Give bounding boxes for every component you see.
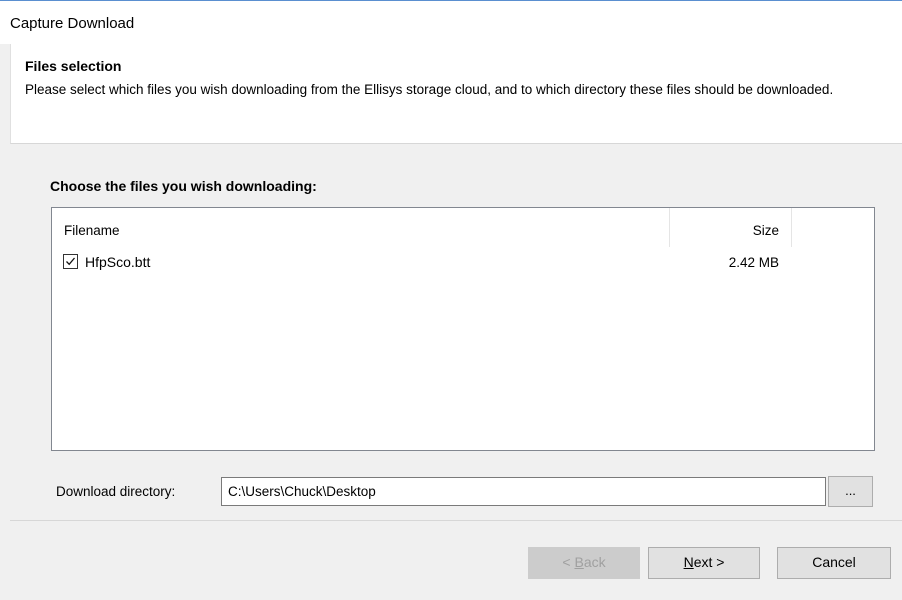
next-button-mnemonic: N [683, 554, 694, 570]
list-item[interactable]: HfpSco.btt 2.42 MB [52, 250, 874, 278]
download-directory-label: Download directory: [56, 484, 176, 499]
wizard-content: Choose the files you wish downloading: F… [10, 144, 902, 520]
next-button[interactable]: Next > [648, 547, 760, 579]
column-header-size[interactable]: Size [670, 223, 779, 238]
back-button-mnemonic: B [574, 554, 584, 570]
next-button-rest: ext > [693, 554, 725, 570]
file-checkbox[interactable] [63, 254, 78, 269]
list-header: Filename Size [52, 208, 874, 248]
title-bar: Capture Download [0, 0, 902, 44]
capture-download-window: Capture Download Files selection Please … [0, 0, 902, 600]
file-size: 2.42 MB [728, 255, 779, 270]
wizard-footer: < Back Next > Cancel [10, 520, 902, 600]
column-header-filename[interactable]: Filename [64, 223, 120, 238]
cancel-button[interactable]: Cancel [777, 547, 891, 579]
wizard-header: Files selection Please select which file… [10, 44, 902, 144]
back-button-rest: ack [583, 554, 606, 570]
column-divider[interactable] [791, 208, 792, 247]
download-directory-input[interactable] [221, 477, 826, 506]
file-name: HfpSco.btt [85, 254, 151, 270]
back-button[interactable]: < Back [528, 547, 640, 579]
files-section-label: Choose the files you wish downloading: [50, 178, 317, 194]
browse-button[interactable]: ... [828, 476, 873, 507]
header-title: Files selection [25, 58, 122, 74]
back-button-prefix: < [562, 554, 575, 570]
files-list[interactable]: Filename Size HfpSco.btt 2.42 MB [51, 207, 875, 451]
header-description: Please select which files you wish downl… [25, 82, 834, 97]
checkmark-icon [66, 257, 75, 266]
window-title: Capture Download [10, 15, 135, 32]
